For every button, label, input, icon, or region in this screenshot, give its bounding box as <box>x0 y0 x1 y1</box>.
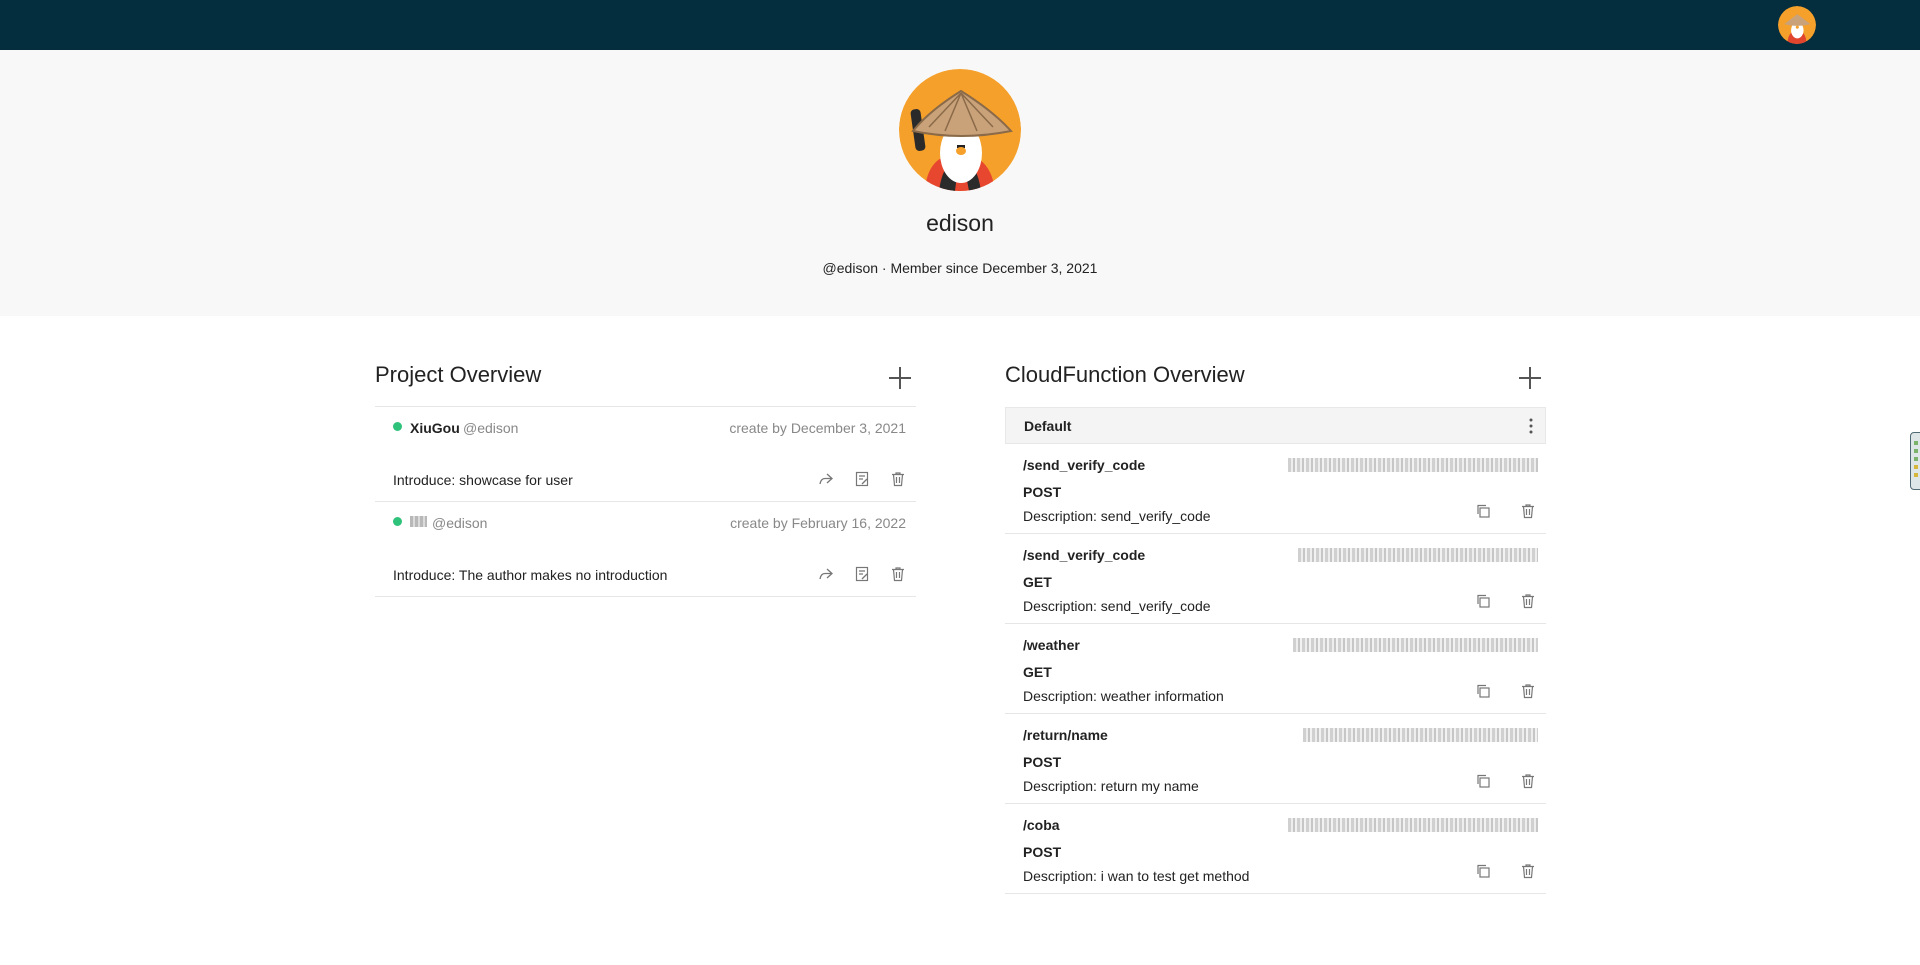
cloudfunction-description: Description: send_verify_code <box>1023 598 1211 614</box>
status-dot <box>393 517 402 526</box>
cloudfunction-description: Description: i wan to test get method <box>1023 868 1250 884</box>
copy-icon <box>1477 504 1490 518</box>
project-intro: Introduce: showcase for user <box>393 472 573 488</box>
project-list: XiuGou @edison create by December 3, 202… <box>375 406 916 597</box>
cloudfunction-item[interactable]: /send_verify_code POST Description: send… <box>1005 444 1546 534</box>
avatar-image <box>1778 6 1816 44</box>
cloudfunction-overview-title: CloudFunction Overview <box>1005 362 1245 387</box>
top-navbar <box>0 0 1920 50</box>
edit-icon <box>855 566 869 582</box>
edit-button[interactable] <box>852 564 872 584</box>
cloudfunction-item[interactable]: /weather GET Description: weather inform… <box>1005 624 1546 714</box>
share-icon <box>819 568 833 580</box>
copy-icon <box>1477 864 1490 878</box>
project-actions <box>816 564 908 584</box>
cloudfunction-path: /send_verify_code <box>1023 547 1146 563</box>
project-owner: @edison <box>463 420 519 436</box>
status-dot <box>393 422 402 431</box>
cloudfunction-actions <box>1473 771 1538 791</box>
cloudfunction-group-header[interactable]: Default <box>1005 407 1546 444</box>
widget-bar <box>1914 465 1918 469</box>
cloudfunction-path: /weather <box>1023 637 1080 653</box>
cloudfunction-actions <box>1473 591 1538 611</box>
copy-button[interactable] <box>1473 591 1493 611</box>
share-icon <box>819 473 833 485</box>
copy-icon <box>1477 684 1490 698</box>
widget-bar <box>1914 449 1918 453</box>
project-overview-title: Project Overview <box>375 362 542 387</box>
project-intro: Introduce: The author makes no introduct… <box>393 567 668 583</box>
profile-username: edison <box>926 210 994 236</box>
cloudfunction-id-masked <box>1293 638 1538 652</box>
trash-icon <box>1522 864 1534 879</box>
cloudfunction-item[interactable]: /send_verify_code GET Description: send_… <box>1005 534 1546 624</box>
project-date: create by December 3, 2021 <box>729 420 906 436</box>
widget-bar <box>1914 473 1918 477</box>
add-project-button[interactable] <box>888 366 912 390</box>
trash-icon <box>1522 774 1534 789</box>
project-name[interactable]: XiuGou <box>410 420 460 436</box>
cloudfunction-method: GET <box>1023 574 1052 590</box>
cloudfunction-method: POST <box>1023 754 1062 770</box>
widget-bar <box>1914 457 1918 461</box>
copy-button[interactable] <box>1473 501 1493 521</box>
widget-bar <box>1914 441 1918 445</box>
trash-icon <box>1522 684 1534 699</box>
cloudfunction-id-masked <box>1298 548 1538 562</box>
copy-button[interactable] <box>1473 771 1493 791</box>
group-label: Default <box>1024 418 1072 434</box>
delete-button[interactable] <box>1518 681 1538 701</box>
more-vertical-icon[interactable] <box>1525 416 1537 436</box>
cloudfunction-method: POST <box>1023 484 1062 500</box>
user-avatar-button[interactable] <box>1778 6 1816 44</box>
cloudfunction-method: POST <box>1023 844 1062 860</box>
cloudfunction-id-masked <box>1288 458 1538 472</box>
profile-member-since: @edison · Member since December 3, 2021 <box>822 260 1098 276</box>
project-owner: @edison <box>432 515 488 531</box>
cloudfunction-path: /send_verify_code <box>1023 457 1146 473</box>
cloudfunction-item[interactable]: /coba POST Description: i wan to test ge… <box>1005 804 1546 894</box>
share-button[interactable] <box>816 564 836 584</box>
cloudfunction-description: Description: send_verify_code <box>1023 508 1211 524</box>
cloudfunction-id-masked <box>1288 818 1538 832</box>
trash-icon <box>1522 504 1534 519</box>
cloudfunction-actions <box>1473 501 1538 521</box>
copy-icon <box>1477 774 1490 788</box>
project-item[interactable]: XiuGou @edison create by December 3, 202… <box>375 407 916 502</box>
cloudfunction-path: /coba <box>1023 817 1060 833</box>
delete-button[interactable] <box>1518 861 1538 881</box>
project-date: create by February 16, 2022 <box>730 515 906 531</box>
project-item[interactable]: @edison create by February 16, 2022 Intr… <box>375 502 916 597</box>
delete-button[interactable] <box>1518 501 1538 521</box>
delete-button[interactable] <box>1518 591 1538 611</box>
delete-button[interactable] <box>888 469 908 489</box>
copy-icon <box>1477 594 1490 608</box>
cloudfunction-id-masked <box>1303 728 1538 742</box>
side-widget-tab[interactable] <box>1910 432 1920 490</box>
project-actions <box>816 469 908 489</box>
delete-button[interactable] <box>888 564 908 584</box>
delete-button[interactable] <box>1518 771 1538 791</box>
trash-icon <box>892 472 904 487</box>
add-cloudfunction-button[interactable] <box>1518 366 1542 390</box>
cloudfunction-path: /return/name <box>1023 727 1108 743</box>
cloudfunction-method: GET <box>1023 664 1052 680</box>
profile-avatar <box>899 69 1021 191</box>
trash-icon <box>1522 594 1534 609</box>
trash-icon <box>892 567 904 582</box>
edit-button[interactable] <box>852 469 872 489</box>
cloudfunction-actions <box>1473 861 1538 881</box>
cloudfunction-description: Description: weather information <box>1023 688 1224 704</box>
edit-icon <box>855 471 869 487</box>
profile-header: edison @edison · Member since December 3… <box>0 50 1920 316</box>
copy-button[interactable] <box>1473 861 1493 881</box>
cloudfunction-actions <box>1473 681 1538 701</box>
cloudfunction-list: Default /send_verify_code POST Descripti… <box>1005 407 1546 894</box>
copy-button[interactable] <box>1473 681 1493 701</box>
share-button[interactable] <box>816 469 836 489</box>
project-name-masked[interactable] <box>410 516 427 527</box>
cloudfunction-description: Description: return my name <box>1023 778 1199 794</box>
cloudfunction-item[interactable]: /return/name POST Description: return my… <box>1005 714 1546 804</box>
